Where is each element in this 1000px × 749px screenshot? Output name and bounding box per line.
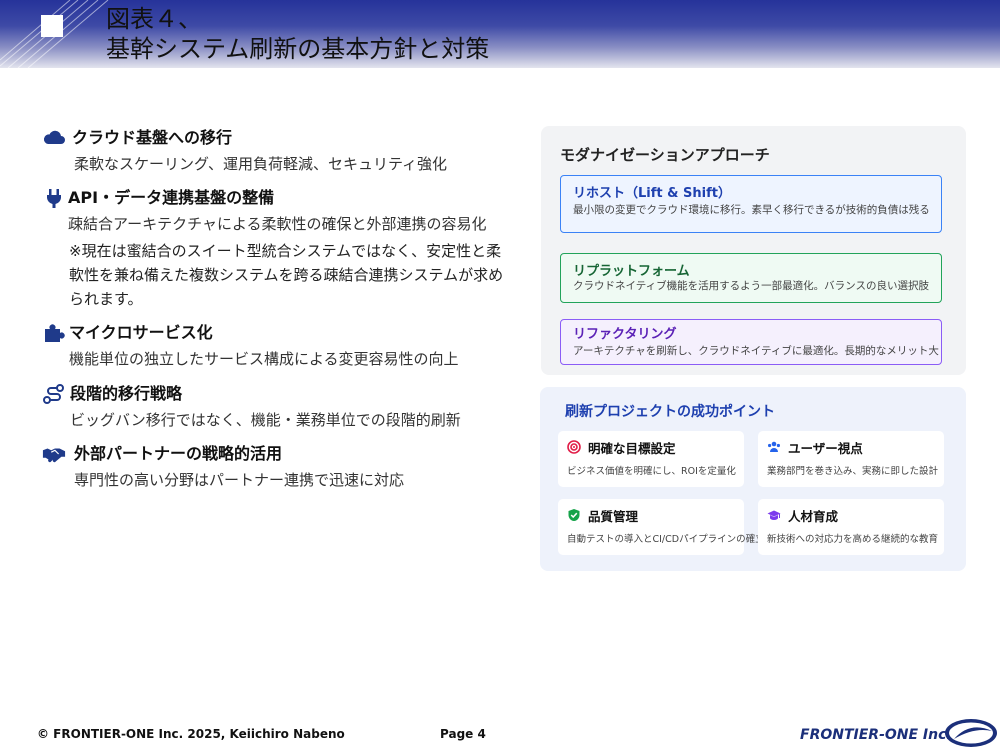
approach-card-replatform: リプラットフォーム クラウドネイティブ機能を活用するよう一部最適化。バランスの良… bbox=[560, 253, 942, 303]
success-title: 刷新プロジェクトの成功ポイント bbox=[565, 404, 775, 420]
slide-header: 図表４、 基幹システム刷新の基本方針と対策 bbox=[0, 0, 1000, 68]
point-desc: 業務部門を巻き込み、実務に即した設計 bbox=[767, 466, 939, 477]
success-panel: 刷新プロジェクトの成功ポイント 明確な目標設定 ビジネス価値を明確にし、ROIを… bbox=[540, 387, 966, 571]
item-desc: 機能単位の独立したサービス構成による変更容易性の向上 bbox=[69, 350, 459, 368]
item-heading: マイクロサービス化 bbox=[69, 323, 213, 342]
route-icon bbox=[43, 384, 64, 404]
point-desc: ビジネス価値を明確にし、ROIを定量化 bbox=[567, 466, 736, 477]
approach-desc: アーキテクチャを刷新し、クラウドネイティブに最適化。長期的なメリット大 bbox=[573, 345, 939, 357]
approach-desc: クラウドネイティブ機能を活用するよう一部最適化。バランスの良い選択肢 bbox=[573, 280, 929, 292]
modernization-title: モダナイゼーションアプローチ bbox=[560, 146, 770, 164]
approach-card-refactoring: リファクタリング アーキテクチャを刷新し、クラウドネイティブに最適化。長期的なメ… bbox=[560, 319, 942, 365]
item-desc: 疎結合アーキテクチャによる柔軟性の確保と外部連携の容易化 bbox=[68, 215, 487, 233]
cloud-icon bbox=[43, 130, 65, 144]
approach-title: リプラットフォーム bbox=[573, 264, 690, 279]
point-title: ユーザー視点 bbox=[788, 441, 863, 456]
users-icon bbox=[768, 441, 780, 452]
success-point-user: ユーザー視点 業務部門を巻き込み、実務に即した設計 bbox=[758, 431, 944, 487]
point-title: 人材育成 bbox=[788, 509, 839, 524]
modernization-panel: モダナイゼーションアプローチ リホスト（Lift & Shift） 最小限の変更… bbox=[541, 126, 966, 375]
item-desc: 柔軟なスケーリング、運用負荷軽減、セキュリティ強化 bbox=[74, 155, 448, 173]
title-line-2: 基幹システム刷新の基本方針と対策 bbox=[106, 35, 490, 63]
item-desc: ビッグバン移行ではなく、機能・業務単位での段階的刷新 bbox=[70, 411, 461, 429]
point-title: 品質管理 bbox=[588, 509, 639, 524]
shield-check-icon bbox=[568, 509, 580, 521]
header-square bbox=[41, 15, 63, 37]
item-heading: 段階的移行戦略 bbox=[70, 384, 183, 403]
title-line-1: 図表４、 bbox=[106, 5, 202, 33]
puzzle-icon bbox=[45, 324, 65, 342]
company-logo-mark bbox=[945, 719, 997, 747]
item-note: ※現在は蜜結合のスイート型統合システムではなく、安定性と柔軟性を兼ね備えた複数シ… bbox=[69, 242, 504, 308]
company-logo-text: FRONTIER-ONE Inc. bbox=[800, 727, 952, 743]
target-icon bbox=[567, 440, 581, 454]
footer-page-number: Page 4 bbox=[440, 727, 486, 741]
handshake-icon bbox=[42, 448, 66, 463]
approach-title: リファクタリング bbox=[573, 327, 677, 342]
point-desc: 新技術への対応力を高める継続的な教育 bbox=[767, 534, 939, 545]
item-desc: 専門性の高い分野はパートナー連携で迅速に対応 bbox=[74, 471, 405, 489]
footer-copyright: © FRONTIER-ONE Inc. 2025, Keiichiro Nabe… bbox=[37, 727, 345, 741]
success-point-quality: 品質管理 自動テストの導入とCI/CDパイプラインの確立 bbox=[558, 499, 765, 555]
item-heading: クラウド基盤への移行 bbox=[72, 128, 233, 147]
approach-desc: 最小限の変更でクラウド環境に移行。素早く移行できるが技術的負債は残る bbox=[573, 204, 930, 216]
success-point-goal: 明確な目標設定 ビジネス価値を明確にし、ROIを定量化 bbox=[558, 431, 744, 487]
approach-card-rehost: リホスト（Lift & Shift） 最小限の変更でクラウド環境に移行。素早く移… bbox=[560, 175, 942, 233]
point-desc: 自動テストの導入とCI/CDパイプラインの確立 bbox=[567, 534, 765, 545]
point-title: 明確な目標設定 bbox=[588, 441, 676, 456]
item-heading: API・データ連携基盤の整備 bbox=[68, 188, 275, 207]
approach-title: リホスト（Lift & Shift） bbox=[573, 186, 731, 201]
item-heading: 外部パートナーの戦略的活用 bbox=[74, 444, 283, 463]
page-title: 図表４、 基幹システム刷新の基本方針と対策 bbox=[106, 4, 489, 64]
success-point-training: 人材育成 新技術への対応力を高める継続的な教育 bbox=[758, 499, 944, 555]
graduation-cap-icon bbox=[767, 510, 781, 520]
plug-icon bbox=[47, 189, 61, 208]
